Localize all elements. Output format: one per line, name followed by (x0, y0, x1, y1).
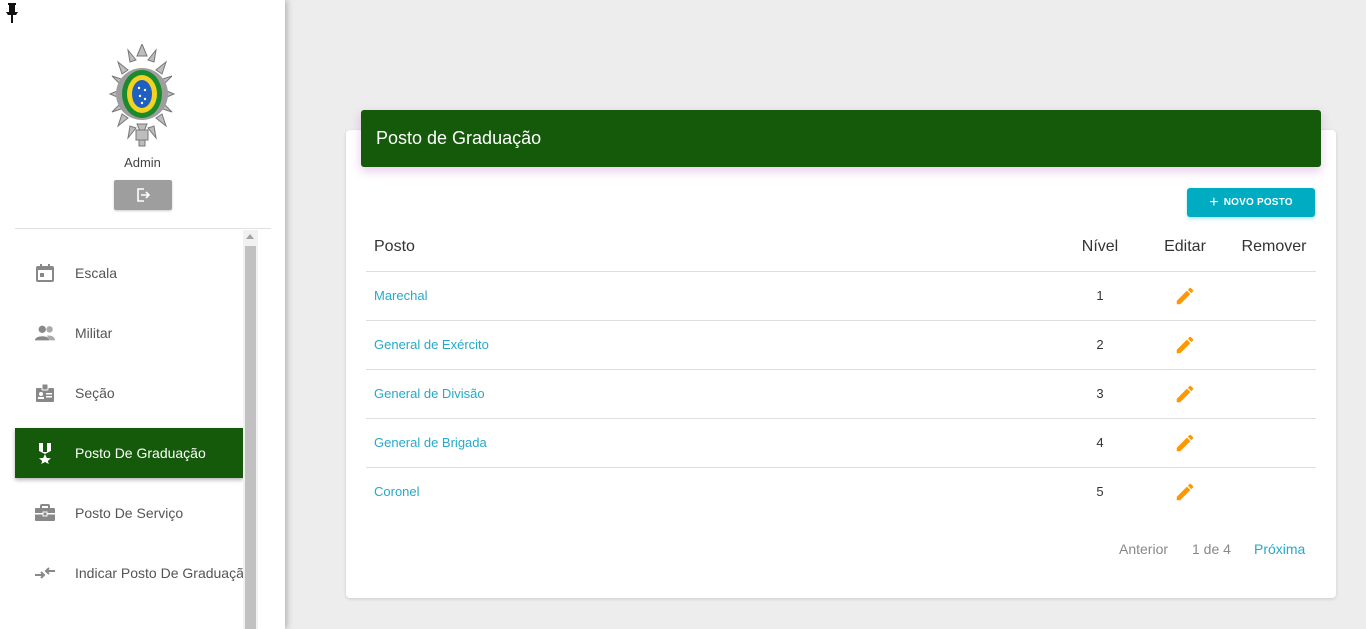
table-row: General de Exército 2 (366, 320, 1316, 370)
scroll-thumb[interactable] (245, 246, 256, 629)
sidebar-item-label: Militar (75, 325, 113, 341)
sidebar-item-posto-de-graduacao[interactable]: Posto De Graduação (15, 428, 243, 478)
sidebar-menu: Escala Militar Seção Posto De Graduação … (15, 243, 252, 603)
sidebar-item-label: Seção (75, 385, 115, 401)
table-row: Marechal 1 (366, 271, 1316, 321)
nivel-cell: 2 (1062, 320, 1138, 370)
sidebar-scrollbar[interactable] (243, 230, 258, 629)
posto-link[interactable]: General de Divisão (374, 386, 485, 401)
column-header-remover: Remover (1232, 223, 1316, 272)
logout-icon (137, 188, 151, 202)
remover-cell (1232, 271, 1316, 321)
sidebar-item-label: Escala (75, 265, 118, 281)
column-header-posto: Posto (366, 223, 1062, 272)
pencil-icon[interactable] (1174, 383, 1196, 405)
nivel-cell: 3 (1062, 369, 1138, 419)
sidebar-item-escala[interactable]: Escala (15, 243, 243, 303)
page-title: Posto de Graduação (376, 128, 542, 148)
table-row: General de Divisão 3 (366, 369, 1316, 419)
sidebar-item-secao[interactable]: Seção (15, 363, 243, 423)
posto-link[interactable]: Marechal (374, 288, 427, 303)
people-icon (34, 322, 56, 344)
new-posto-button[interactable]: + NOVO POSTO (1187, 188, 1315, 217)
sidebar-item-label: Posto De Graduação (75, 445, 206, 461)
pencil-icon[interactable] (1174, 334, 1196, 356)
sidebar-item-label: Posto De Serviço (75, 505, 184, 521)
remover-cell (1232, 467, 1316, 516)
nivel-cell: 5 (1096, 484, 1104, 500)
posto-link[interactable]: General de Exército (374, 337, 489, 352)
medal-icon (34, 442, 56, 464)
nivel-cell: 4 (1062, 418, 1138, 468)
pencil-icon[interactable] (1174, 481, 1196, 503)
sidebar-item-posto-de-servico[interactable]: Posto De Serviço (15, 483, 243, 543)
calendar-icon (34, 262, 56, 284)
table-row: Coronel 5 (366, 467, 1316, 516)
plus-icon: + (1209, 193, 1219, 211)
sidebar-item-indicar-posto[interactable]: Indicar Posto De Graduação (15, 543, 252, 603)
pencil-icon[interactable] (1174, 285, 1196, 307)
posto-link[interactable]: Coronel (374, 484, 420, 499)
army-emblem-logo (108, 44, 176, 147)
swap-icon (34, 562, 56, 584)
sidebar-item-militar[interactable]: Militar (15, 303, 243, 363)
pagination-info: 1 de 4 (1192, 541, 1231, 557)
logout-button[interactable] (114, 180, 172, 210)
nivel-cell: 1 (1062, 271, 1138, 321)
column-header-nivel: Nível (1062, 223, 1138, 272)
briefcase-icon (34, 502, 56, 524)
pencil-icon[interactable] (1174, 432, 1196, 454)
pagination-next-button[interactable]: Próxima (1254, 541, 1305, 557)
posto-table: Posto Nível Editar Remover Marechal 1 Ge… (366, 223, 1316, 516)
new-posto-button-label: NOVO POSTO (1223, 197, 1293, 208)
column-header-editar: Editar (1138, 223, 1232, 272)
table-row: General de Brigada 4 (366, 418, 1316, 468)
table-header-row: Posto Nível Editar Remover (366, 223, 1316, 272)
badge-icon (34, 382, 56, 404)
sidebar: Admin Escala Militar Seção Posto De Grad… (0, 0, 285, 629)
user-name: Admin (124, 155, 161, 170)
scroll-up-arrow-icon[interactable] (246, 234, 254, 239)
pin-icon[interactable] (5, 3, 19, 23)
remover-cell (1232, 369, 1316, 419)
posto-link[interactable]: General de Brigada (374, 435, 487, 450)
remover-cell (1232, 320, 1316, 370)
remover-cell (1232, 418, 1316, 468)
sidebar-divider (15, 228, 271, 229)
card-header: Posto de Graduação (361, 110, 1321, 167)
sidebar-item-label: Indicar Posto De Graduação (75, 565, 252, 581)
pagination-prev-button[interactable]: Anterior (1119, 541, 1168, 557)
